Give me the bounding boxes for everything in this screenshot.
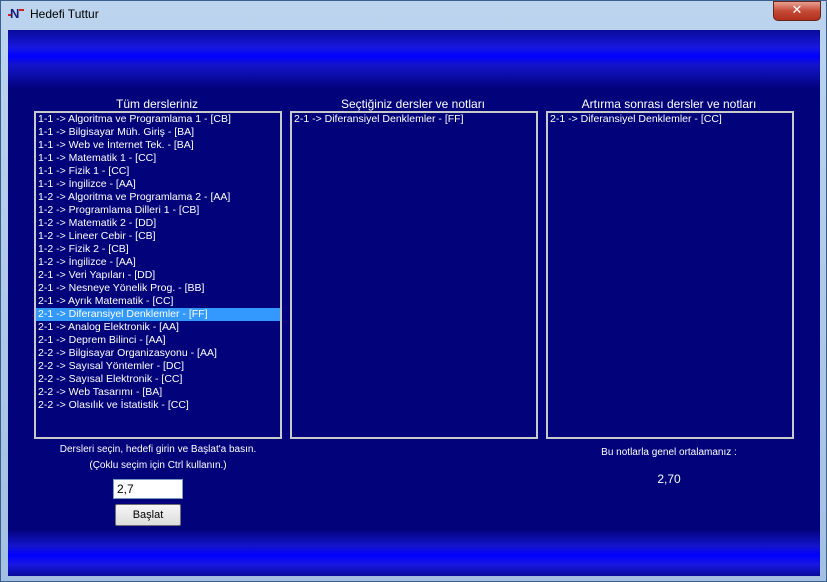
list-item[interactable]: 2-1 -> Diferansiyel Denklemler - [CC] — [548, 113, 792, 126]
list-item[interactable]: 1-2 -> Lineer Cebir - [CB] — [36, 230, 280, 243]
list-item[interactable]: 2-1 -> Nesneye Yönelik Prog. - [BB] — [36, 282, 280, 295]
list-item[interactable]: 2-1 -> Diferansiyel Denklemler - [FF] — [292, 113, 536, 126]
window-title: Hedefi Tuttur — [30, 7, 99, 21]
list-item[interactable]: 1-2 -> Algoritma ve Programlama 2 - [AA] — [36, 191, 280, 204]
list-item[interactable]: 1-1 -> Fizik 1 - [CC] — [36, 165, 280, 178]
list-item[interactable]: 2-1 -> Analog Elektronik - [AA] — [36, 321, 280, 334]
selected-courses-listbox[interactable]: 2-1 -> Diferansiyel Denklemler - [FF] — [290, 111, 538, 439]
average-label: Bu notlarla genel ortalamanız : — [601, 447, 737, 458]
list-item[interactable]: 2-1 -> Diferansiyel Denklemler - [FF] — [36, 308, 280, 321]
close-button[interactable]: ✕ — [773, 1, 821, 21]
list-item[interactable]: 1-2 -> İngilizce - [AA] — [36, 256, 280, 269]
footer-band — [8, 530, 820, 576]
list-item[interactable]: 1-1 -> Algoritma ve Programlama 1 - [CB] — [36, 113, 280, 126]
all-courses-title: Tüm dersleriniz — [115, 97, 199, 111]
app-window: N Hedefi Tuttur ✕ Tüm dersleriniz Seçtiğ… — [0, 0, 827, 582]
client-area: Tüm dersleriniz Seçtiğiniz dersler ve no… — [8, 30, 820, 576]
average-value: 2,70 — [657, 472, 681, 486]
target-average-input[interactable] — [113, 479, 183, 499]
list-item[interactable]: 2-2 -> Web Tasarımı - [BA] — [36, 386, 280, 399]
app-logo-icon: N — [8, 6, 25, 23]
list-item[interactable]: 1-1 -> Matematik 1 - [CC] — [36, 152, 280, 165]
raised-courses-listbox[interactable]: 2-1 -> Diferansiyel Denklemler - [CC] — [546, 111, 794, 439]
raised-courses-title: Artırma sonrası dersler ve notları — [581, 97, 757, 111]
list-item[interactable]: 1-2 -> Programlama Dilleri 1 - [CB] — [36, 204, 280, 217]
list-item[interactable]: 1-1 -> Bilgisayar Müh. Giriş - [BA] — [36, 126, 280, 139]
list-item[interactable]: 2-2 -> Sayısal Yöntemler - [DC] — [36, 360, 280, 373]
instruction-hint: (Çoklu seçim için Ctrl kullanın.) — [89, 460, 227, 471]
list-item[interactable]: 1-1 -> İngilizce - [AA] — [36, 178, 280, 191]
list-item[interactable]: 2-1 -> Deprem Bilinci - [AA] — [36, 334, 280, 347]
list-item[interactable]: 2-2 -> Olasılık ve İstatistik - [CC] — [36, 399, 280, 412]
selected-courses-title: Seçtiğiniz dersler ve notları — [340, 97, 486, 111]
list-item[interactable]: 2-2 -> Sayısal Elektronik - [CC] — [36, 373, 280, 386]
list-item[interactable]: 1-2 -> Fizik 2 - [CB] — [36, 243, 280, 256]
list-item[interactable]: 1-2 -> Matematik 2 - [DD] — [36, 217, 280, 230]
start-button[interactable]: Başlat — [115, 504, 181, 526]
list-item[interactable]: 2-1 -> Ayrık Matematik - [CC] — [36, 295, 280, 308]
list-item[interactable]: 2-1 -> Veri Yapıları - [DD] — [36, 269, 280, 282]
header-band — [8, 30, 820, 88]
list-item[interactable]: 2-2 -> Bilgisayar Organizasyonu - [AA] — [36, 347, 280, 360]
all-courses-listbox[interactable]: 1-1 -> Algoritma ve Programlama 1 - [CB]… — [34, 111, 282, 439]
title-bar[interactable]: N Hedefi Tuttur ✕ — [1, 1, 826, 29]
list-item[interactable]: 1-1 -> Web ve İnternet Tek. - [BA] — [36, 139, 280, 152]
instruction-text: Dersleri seçin, hedefi girin ve Başlat'a… — [59, 444, 257, 455]
